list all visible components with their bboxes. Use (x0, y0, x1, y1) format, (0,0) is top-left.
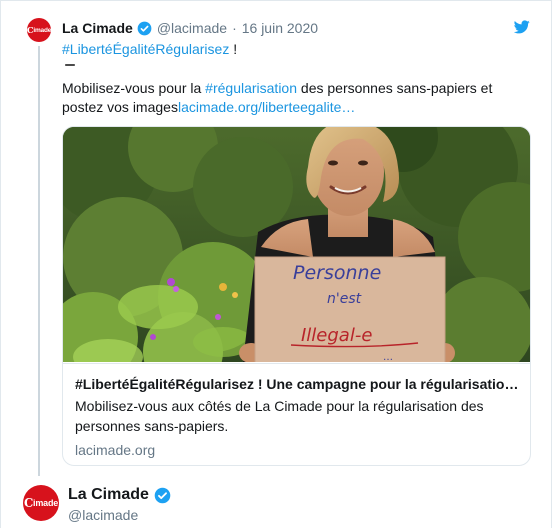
card-description: Mobilisez-vous aux côtés de La Cimade po… (75, 398, 484, 434)
author-display-name[interactable]: La Cimade (62, 20, 133, 36)
author-handle[interactable]: @lacimade (157, 20, 227, 36)
sign-text-line1: Personne (293, 262, 381, 284)
tweet-date[interactable]: 16 juin 2020 (242, 20, 318, 36)
card-photo: Personne n'est Illegal-e … (63, 127, 530, 362)
author-avatar[interactable]: Cimade (27, 18, 51, 42)
card-image[interactable]: Personne n'est Illegal-e … (63, 127, 530, 362)
thread-line (38, 46, 40, 476)
sign-text-line3: Illegal-e (301, 325, 372, 346)
avatar-text: imade (33, 26, 52, 34)
profile-avatar[interactable]: Cimade (23, 485, 59, 521)
hashtag-suffix: ! (229, 41, 238, 57)
verified-badge-icon (154, 487, 171, 503)
profile-display-name[interactable]: La Cimade (68, 485, 149, 505)
card-body[interactable]: #LibertéÉgalitéRégularisez ! Une campagn… (63, 363, 530, 465)
raised-fist-emoji-row (62, 60, 532, 79)
profile-handle[interactable]: @lacimade (68, 506, 171, 524)
hashtag-liberte-link[interactable]: #LibertéÉgalitéRégularisez (62, 41, 229, 57)
verified-badge-icon (137, 21, 152, 35)
card-domain[interactable]: lacimade.org (75, 441, 520, 459)
tweet-body-line2: postez vos imageslacimade.org/liberteega… (62, 98, 532, 118)
hashtag-regularisation-link[interactable]: #régularisation (205, 80, 297, 96)
body-text: des personnes sans-papiers et (297, 79, 493, 96)
link-preview-card[interactable]: Personne n'est Illegal-e … #LibertéÉgali… (62, 126, 531, 466)
profile-block: La Cimade @lacimade (68, 485, 171, 524)
tweet-header: La Cimade @lacimade · 16 juin 2020 (62, 19, 318, 37)
twitter-bird-icon[interactable] (514, 20, 530, 34)
body-text: postez vos images (62, 99, 178, 115)
hashtag-line: #LibertéÉgalitéRégularisez ! (62, 40, 532, 60)
header-separator: · (232, 20, 237, 36)
tweet-text: #LibertéÉgalitéRégularisez ! Mobilisez-v… (62, 40, 532, 118)
tweet-body-line1: Mobilisez-vous pour la #régularisation d… (62, 79, 532, 99)
campaign-url-link[interactable]: lacimade.org/liberteegalite… (178, 99, 355, 115)
sign-text-line2: n'est (327, 291, 362, 307)
card-title[interactable]: #LibertéÉgalitéRégularisez ! Une campagn… (75, 375, 520, 393)
body-text: Mobilisez-vous pour la (62, 79, 206, 96)
avatar-text: imade (33, 498, 59, 508)
profile-name-row: La Cimade (68, 485, 171, 505)
sign-text-line4: … (383, 352, 393, 362)
